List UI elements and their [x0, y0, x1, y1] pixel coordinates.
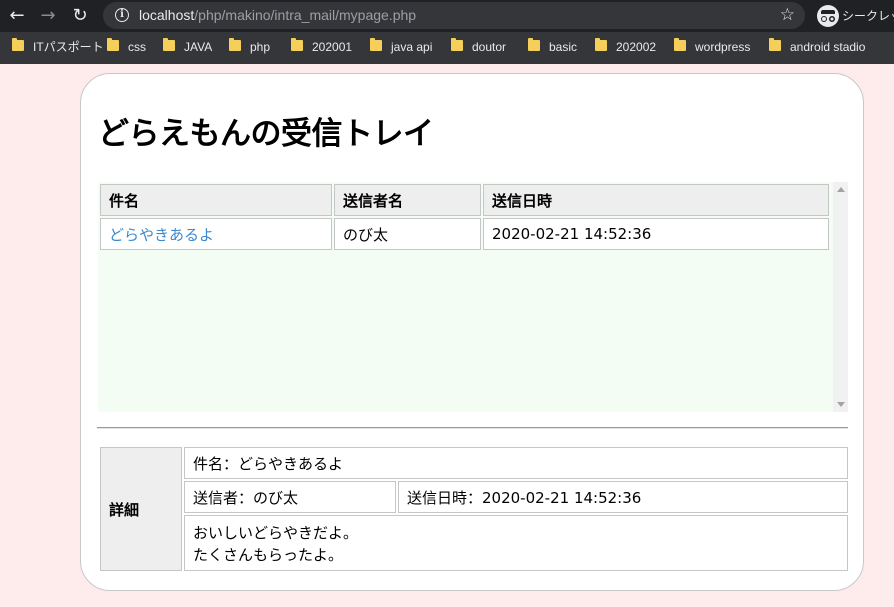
- column-header-sent-at: 送信日時: [483, 184, 829, 216]
- folder-icon: [291, 38, 303, 52]
- folder-icon: [229, 38, 241, 52]
- bookmark-item[interactable]: JAVA: [163, 32, 212, 64]
- subject-link[interactable]: どらやきあるよ: [109, 226, 214, 244]
- bookmark-item[interactable]: basic: [528, 32, 577, 64]
- detail-header: 詳細: [100, 447, 182, 571]
- bookmarks-bar: ITパスポート css JAVA php 202001 java api dou…: [0, 32, 894, 64]
- detail-subject: 件名：どらやきあるよ: [184, 447, 848, 479]
- detail-sent-at: 送信日時：2020-02-21 14:52:36: [398, 481, 848, 513]
- bookmark-item[interactable]: android stadio: [769, 32, 865, 64]
- detail-table: 詳細 件名：どらやきあるよ 送信者：のび太 送信日時：2020-02-21 14…: [98, 445, 850, 573]
- subject-cell: どらやきあるよ: [100, 218, 332, 250]
- profile-label: シークレット: [842, 9, 894, 23]
- url-host: localhost: [139, 7, 195, 23]
- browser-toolbar: ← → ↻ i localhost/php/makino/intra_mail/…: [0, 0, 894, 32]
- star-icon[interactable]: ☆: [780, 4, 795, 26]
- folder-icon: [674, 38, 686, 52]
- column-header-sender: 送信者名: [334, 184, 481, 216]
- reload-icon[interactable]: ↻: [68, 4, 92, 28]
- column-header-subject: 件名: [100, 184, 332, 216]
- sender-cell: のび太: [334, 218, 481, 250]
- url-text[interactable]: localhost/php/makino/intra_mail/mypage.p…: [139, 6, 416, 24]
- bookmark-item[interactable]: css: [107, 32, 146, 64]
- detail-body: おいしいどらやきだよ。 たくさんもらったよ。: [184, 515, 848, 571]
- table-row[interactable]: どらやきあるよ のび太 2020-02-21 14:52:36: [100, 218, 829, 250]
- bookmark-item[interactable]: 202002: [595, 32, 656, 64]
- folder-icon: [595, 38, 607, 52]
- folder-icon: [528, 38, 540, 52]
- detail-body-line: おいしいどらやきだよ。: [193, 524, 359, 542]
- scroll-up-arrow-icon[interactable]: [837, 187, 845, 192]
- bookmark-item[interactable]: 202001: [291, 32, 352, 64]
- bookmark-item[interactable]: doutor: [451, 32, 506, 64]
- folder-icon: [107, 38, 119, 52]
- address-bar[interactable]: i localhost/php/makino/intra_mail/mypage…: [103, 2, 805, 29]
- folder-icon: [12, 38, 24, 52]
- info-icon[interactable]: i: [115, 8, 129, 22]
- incognito-profile[interactable]: シークレット: [817, 3, 894, 29]
- folder-icon: [370, 38, 382, 52]
- folder-icon: [769, 38, 781, 52]
- bookmark-item[interactable]: wordpress: [674, 32, 750, 64]
- divider: [97, 427, 848, 429]
- content-card: どらえもんの受信トレイ 件名 送信者名 送信日時 どらやきあるよ のび太 202…: [80, 73, 864, 591]
- bookmark-item[interactable]: java api: [370, 32, 432, 64]
- inbox-header-row: 件名 送信者名 送信日時: [100, 184, 829, 216]
- bookmark-item[interactable]: php: [229, 32, 270, 64]
- scroll-down-arrow-icon[interactable]: [837, 402, 845, 407]
- folder-icon: [163, 38, 175, 52]
- incognito-icon: [817, 4, 839, 27]
- detail-body-line: たくさんもらったよ。: [193, 546, 344, 564]
- folder-icon: [451, 38, 463, 52]
- forward-icon[interactable]: →: [36, 4, 60, 28]
- detail-sender: 送信者：のび太: [184, 481, 396, 513]
- page-title: どらえもんの受信トレイ: [98, 116, 434, 152]
- bookmark-item[interactable]: ITパスポート: [12, 32, 104, 64]
- sent-at-cell: 2020-02-21 14:52:36: [483, 218, 829, 250]
- inbox-table: 件名 送信者名 送信日時 どらやきあるよ のび太 2020-02-21 14:5…: [98, 182, 831, 252]
- back-icon[interactable]: ←: [5, 4, 29, 28]
- inbox-scrollbar[interactable]: [833, 182, 848, 412]
- url-path: /php/makino/intra_mail/mypage.php: [194, 7, 417, 23]
- inbox-panel: 件名 送信者名 送信日時 どらやきあるよ のび太 2020-02-21 14:5…: [98, 182, 848, 412]
